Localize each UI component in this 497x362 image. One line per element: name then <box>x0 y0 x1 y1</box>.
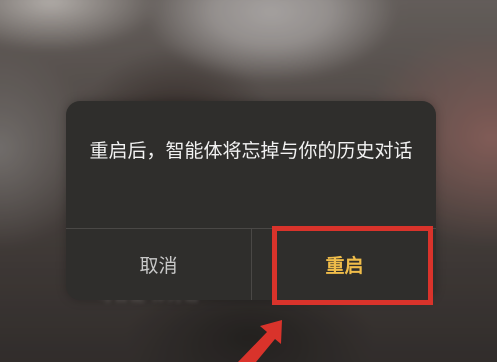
cancel-button[interactable]: 取消 <box>66 229 251 300</box>
red-arrow-icon <box>238 320 282 362</box>
screen: ·与智能·体对话 重启后，智能体将忘掉与你的历史对话 取消 重启 <box>0 0 497 362</box>
restart-highlight-box <box>272 226 433 305</box>
dialog-message: 重启后，智能体将忘掉与你的历史对话 <box>89 140 413 162</box>
